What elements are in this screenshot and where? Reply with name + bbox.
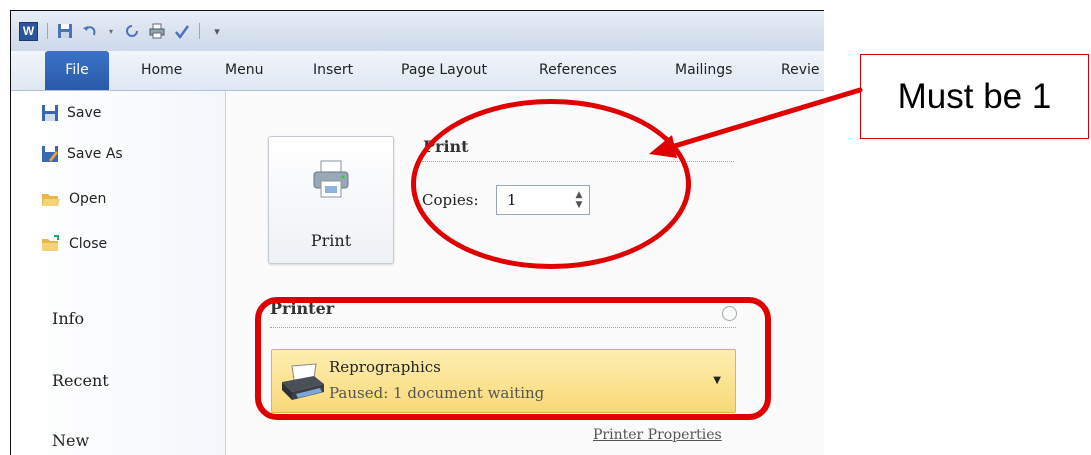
toolbar-separator: [199, 23, 200, 39]
save-as-icon: [42, 146, 58, 162]
nav-save[interactable]: Save: [41, 101, 101, 125]
dropdown-arrow-icon[interactable]: ▾: [107, 23, 115, 39]
open-folder-icon: [42, 194, 60, 206]
callout-box: Must be 1: [860, 54, 1089, 139]
tab-file[interactable]: File: [45, 51, 109, 90]
nav-open-label: Open: [69, 191, 107, 207]
printer-icon: [313, 160, 349, 198]
nav-close[interactable]: Close: [41, 232, 107, 256]
copies-highlight-ellipse: [411, 99, 691, 269]
save-icon: [42, 105, 58, 121]
nav-new[interactable]: New: [52, 431, 89, 450]
quick-access-toolbar: W ▾ ▾: [11, 11, 824, 51]
quick-print-icon[interactable]: [149, 23, 165, 39]
nav-save-as-label: Save As: [67, 146, 123, 162]
tab-menu[interactable]: Menu: [225, 51, 263, 90]
callout-text: Must be 1: [897, 76, 1052, 116]
tab-review[interactable]: Revie: [781, 51, 820, 90]
tab-insert[interactable]: Insert: [313, 51, 353, 90]
ribbon-tabs: File Home Menu Insert Page Layout Refere…: [11, 51, 824, 91]
save-icon[interactable]: [57, 23, 73, 39]
print-button-label: Print: [310, 231, 352, 250]
print-button[interactable]: Print: [268, 136, 394, 264]
tab-page-layout[interactable]: Page Layout: [401, 51, 487, 90]
redo-icon[interactable]: [124, 23, 140, 39]
spelling-check-icon[interactable]: [174, 23, 190, 39]
word-app-icon[interactable]: W: [19, 21, 38, 41]
tab-home[interactable]: Home: [141, 51, 182, 90]
printer-highlight-rect: [255, 297, 771, 420]
nav-info[interactable]: Info: [52, 309, 84, 328]
printer-properties-link[interactable]: Printer Properties: [593, 427, 722, 443]
nav-recent[interactable]: Recent: [52, 371, 109, 390]
tab-references[interactable]: References: [539, 51, 617, 90]
backstage-nav: Save Save As Open Close Info Recent New: [11, 91, 226, 455]
nav-close-label: Close: [69, 236, 108, 252]
toolbar-separator: [47, 23, 48, 39]
undo-icon[interactable]: [82, 23, 98, 39]
customize-toolbar-icon[interactable]: ▾: [209, 23, 225, 39]
close-folder-icon: [42, 235, 59, 251]
tab-mailings[interactable]: Mailings: [675, 51, 732, 90]
nav-save-label: Save: [67, 105, 102, 121]
nav-save-as[interactable]: Save As: [41, 142, 123, 166]
nav-open[interactable]: Open: [41, 187, 106, 211]
